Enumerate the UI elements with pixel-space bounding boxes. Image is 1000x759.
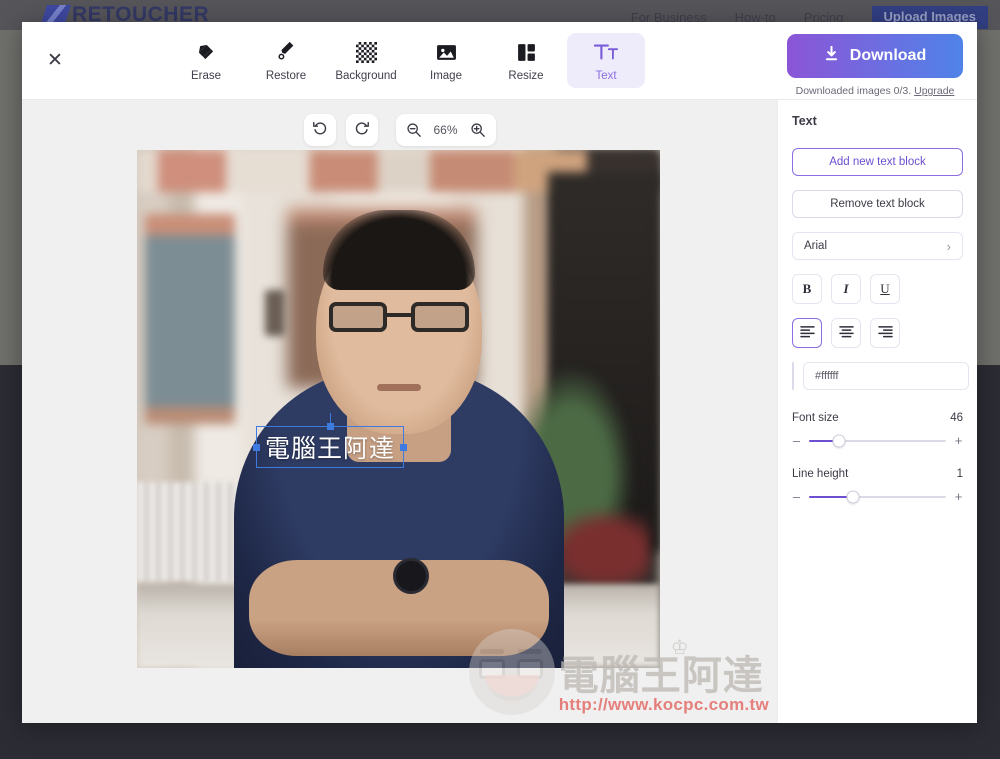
undo-button[interactable] bbox=[303, 114, 336, 146]
font-family-select[interactable]: Arial › bbox=[792, 232, 963, 260]
text-block-selected[interactable]: 電腦王阿達 bbox=[253, 413, 407, 468]
add-text-block-button[interactable]: Add new text block bbox=[792, 148, 963, 176]
logo-mark-icon bbox=[41, 5, 71, 23]
zoom-toolbar: 66% bbox=[303, 114, 496, 146]
bold-button[interactable]: B bbox=[792, 274, 822, 304]
text-icon bbox=[594, 40, 618, 64]
upgrade-link[interactable]: Upgrade bbox=[914, 85, 954, 97]
download-icon bbox=[824, 45, 839, 67]
line-height-knob[interactable] bbox=[846, 490, 860, 503]
download-area: Download Downloaded images 0/3. Upgrade bbox=[787, 34, 963, 97]
tool-resize[interactable]: Resize bbox=[487, 33, 565, 88]
text-block-handle-top[interactable] bbox=[326, 423, 334, 430]
canvas-area[interactable]: 66% 電腦王阿達 ♔ 電腦王阿達 http://www.kocpc.com.t… bbox=[22, 100, 777, 723]
tool-image-label: Image bbox=[430, 70, 462, 82]
redo-icon bbox=[354, 120, 370, 141]
tool-background[interactable]: Background bbox=[327, 33, 405, 88]
photo-subject-mouth bbox=[376, 384, 421, 391]
line-height-value: 1 bbox=[956, 468, 963, 480]
close-icon: ✕ bbox=[47, 50, 63, 71]
tool-restore[interactable]: Restore bbox=[247, 33, 325, 88]
font-size-track[interactable] bbox=[809, 434, 946, 447]
align-right-icon bbox=[877, 325, 893, 342]
image-icon bbox=[436, 40, 457, 64]
photo-subject-watch bbox=[393, 558, 430, 594]
tool-text-label: Text bbox=[595, 70, 617, 82]
align-left-button[interactable] bbox=[792, 318, 822, 348]
resize-icon bbox=[516, 40, 537, 64]
edited-photo[interactable]: 電腦王阿達 bbox=[137, 150, 660, 668]
align-left-icon bbox=[799, 325, 815, 342]
brush-icon bbox=[275, 40, 297, 64]
editor-body: 66% 電腦王阿達 ♔ 電腦王阿達 http://www.kocpc.com.t… bbox=[22, 100, 977, 723]
close-button[interactable]: ✕ bbox=[40, 46, 70, 76]
text-settings-sidebar: Text Add new text block Remove text bloc… bbox=[777, 100, 977, 723]
line-height-track[interactable] bbox=[809, 490, 946, 503]
underline-button[interactable]: U bbox=[870, 274, 900, 304]
crown-icon: ♔ bbox=[670, 637, 689, 659]
remove-text-block-button[interactable]: Remove text block bbox=[792, 190, 963, 218]
checkered-icon bbox=[355, 40, 377, 64]
photo-subject-glasses bbox=[328, 302, 469, 334]
line-height-slider[interactable]: – + bbox=[792, 489, 963, 504]
line-height-increase-button[interactable]: + bbox=[954, 489, 963, 504]
download-quota-text: Downloaded images 0/3. bbox=[795, 85, 912, 97]
tool-erase[interactable]: Erase bbox=[167, 33, 245, 88]
align-center-icon bbox=[838, 325, 854, 342]
undo-icon bbox=[312, 120, 328, 141]
tool-background-label: Background bbox=[335, 70, 397, 82]
line-height-label-row: Line height 1 bbox=[792, 468, 963, 480]
align-center-button[interactable] bbox=[831, 318, 861, 348]
font-size-label-row: Font size 46 bbox=[792, 412, 963, 424]
zoom-in-icon[interactable] bbox=[470, 122, 486, 138]
download-button[interactable]: Download bbox=[787, 34, 963, 78]
tool-text[interactable]: Text bbox=[567, 33, 645, 88]
font-size-decrease-button[interactable]: – bbox=[792, 433, 801, 448]
font-size-value: 46 bbox=[950, 412, 963, 424]
color-swatch[interactable] bbox=[792, 362, 794, 390]
tool-image[interactable]: Image bbox=[407, 33, 485, 88]
watermark-url: http://www.kocpc.com.tw bbox=[558, 695, 769, 714]
font-style-buttons: B I U bbox=[792, 274, 963, 304]
italic-button[interactable]: I bbox=[831, 274, 861, 304]
text-block-handle-left[interactable] bbox=[253, 443, 260, 451]
font-size-knob[interactable] bbox=[832, 434, 846, 447]
chevron-right-icon: › bbox=[946, 238, 951, 254]
tool-resize-label: Resize bbox=[508, 70, 544, 82]
photo-background-lamp-left bbox=[265, 290, 285, 336]
line-height-label: Line height bbox=[792, 468, 849, 480]
eraser-icon bbox=[195, 40, 217, 64]
zoom-level-value: 66% bbox=[433, 123, 458, 137]
zoom-out-icon[interactable] bbox=[406, 122, 422, 138]
color-hex-input[interactable] bbox=[803, 362, 969, 390]
font-family-value: Arial bbox=[804, 240, 828, 252]
font-size-increase-button[interactable]: + bbox=[954, 433, 963, 448]
text-block-handle-right[interactable] bbox=[400, 443, 407, 451]
align-right-button[interactable] bbox=[870, 318, 900, 348]
download-button-label: Download bbox=[849, 47, 927, 64]
tool-restore-label: Restore bbox=[265, 70, 307, 82]
editor-modal: ✕ Erase Restore Background Image Resize … bbox=[22, 22, 977, 723]
photo-background-window bbox=[145, 214, 235, 424]
text-block-value: 電腦王阿達 bbox=[264, 434, 395, 463]
download-quota-note: Downloaded images 0/3. Upgrade bbox=[796, 85, 955, 97]
editor-toolbar: ✕ Erase Restore Background Image Resize … bbox=[22, 22, 977, 100]
tool-erase-label: Erase bbox=[190, 70, 222, 82]
text-align-buttons bbox=[792, 318, 963, 348]
font-size-slider[interactable]: – + bbox=[792, 433, 963, 448]
sidebar-title: Text bbox=[792, 114, 817, 128]
line-height-decrease-button[interactable]: – bbox=[792, 489, 801, 504]
tool-list: Erase Restore Background Image Resize Te… bbox=[167, 33, 645, 88]
text-color-row bbox=[792, 362, 969, 390]
redo-button[interactable] bbox=[345, 114, 378, 146]
zoom-group: 66% bbox=[395, 114, 496, 146]
font-size-label: Font size bbox=[792, 412, 839, 424]
